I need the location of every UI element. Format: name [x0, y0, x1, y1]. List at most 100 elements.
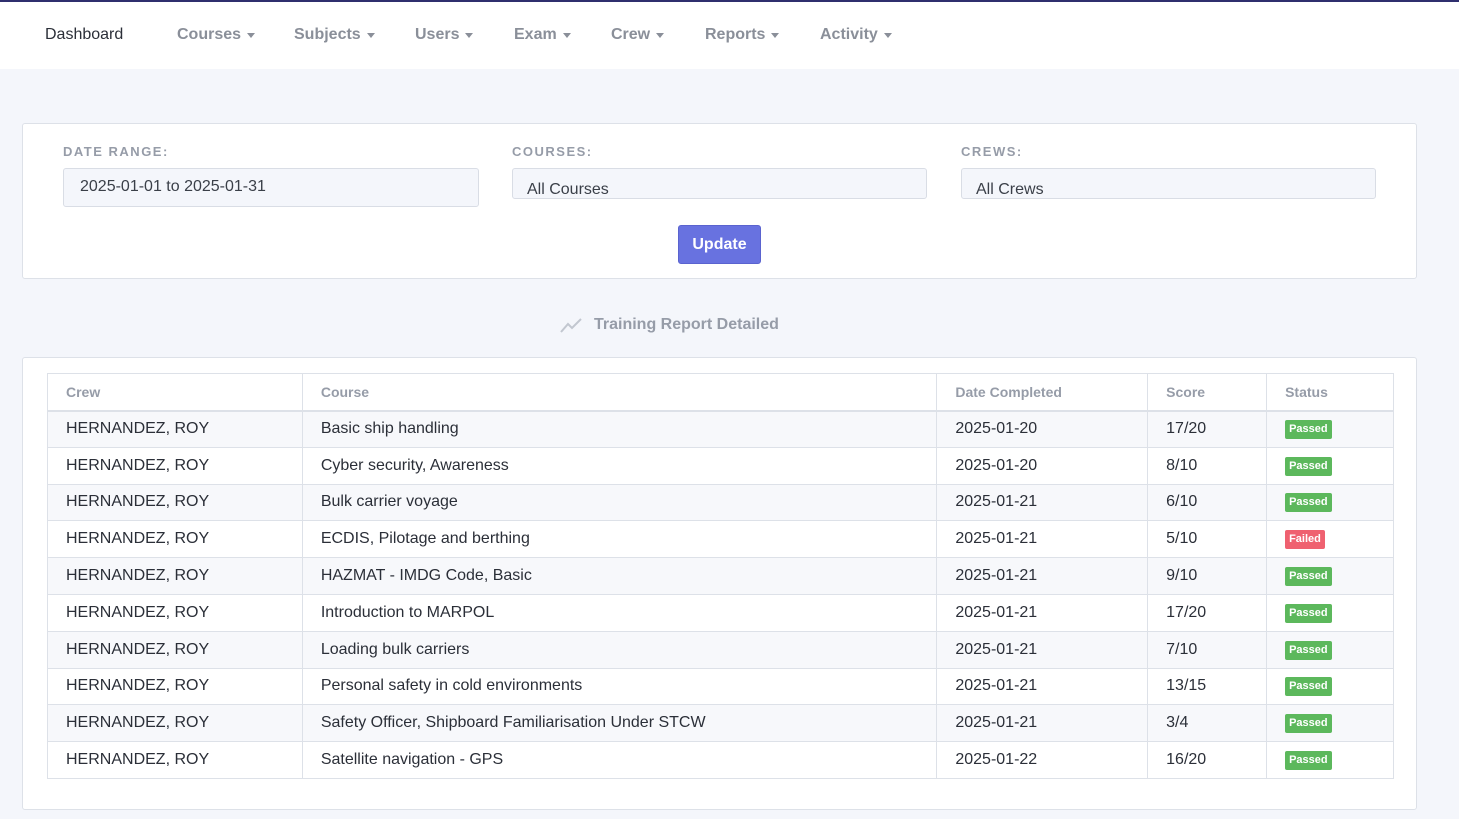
- nav-reports[interactable]: Reports: [705, 26, 780, 44]
- chart-line-icon: [560, 318, 582, 333]
- crew-cell: HERNANDEZ, ROY: [47, 741, 303, 779]
- crew-cell: HERNANDEZ, ROY: [47, 446, 303, 485]
- course-cell: ECDIS, Pilotage and berthing: [301, 520, 938, 559]
- status-badge: Passed: [1285, 567, 1332, 587]
- status-badge: Passed: [1285, 677, 1332, 697]
- top-navbar: Dashboard Courses Subjects Users Exam Cr…: [0, 2, 1459, 69]
- update-button[interactable]: Update: [678, 225, 761, 264]
- nav-courses[interactable]: Courses: [177, 26, 256, 44]
- nav-exam-label: Exam: [514, 26, 557, 43]
- column-header-course[interactable]: Course: [301, 373, 938, 412]
- column-header-date-completed[interactable]: Date Completed: [936, 373, 1149, 412]
- table-row: HERNANDEZ, ROY Loading bulk carriers 2025-…: [47, 630, 1394, 669]
- column-header-crew[interactable]: Crew: [47, 373, 303, 412]
- nav-activity-label: Activity: [820, 26, 878, 43]
- nav-exam[interactable]: Exam: [514, 26, 571, 44]
- nav-subjects-label: Subjects: [294, 26, 361, 43]
- caret-down-icon: [656, 32, 665, 38]
- course-cell: Basic ship handling: [301, 410, 938, 448]
- nav-activity[interactable]: Activity: [820, 26, 892, 44]
- report-title-text: Training Report Detailed: [594, 316, 779, 333]
- nav-dashboard-label: Dashboard: [45, 26, 124, 43]
- date-completed-cell: 2025-01-21: [936, 704, 1149, 743]
- course-cell: Personal safety in cold environments: [301, 667, 938, 706]
- table-row: HERNANDEZ, ROY Safety Officer, Shipboard …: [47, 704, 1394, 743]
- date-range-label: DATE RANGE:: [63, 144, 169, 159]
- date-completed-cell: 2025-01-20: [936, 410, 1149, 448]
- status-cell: Passed: [1266, 593, 1394, 632]
- caret-down-icon: [562, 32, 571, 38]
- table-row: HERNANDEZ, ROY Personal safety in cold en…: [47, 667, 1394, 706]
- status-cell: Passed: [1266, 704, 1394, 743]
- crew-cell: HERNANDEZ, ROY: [47, 667, 303, 706]
- date-completed-cell: 2025-01-22: [936, 741, 1149, 779]
- crew-cell: HERNANDEZ, ROY: [47, 483, 303, 522]
- table-header-row: Crew Course Date Completed Score Status: [47, 373, 1394, 412]
- report-table-card: Crew Course Date Completed Score Status …: [22, 357, 1417, 810]
- status-badge: Passed: [1285, 751, 1332, 771]
- date-range-input[interactable]: 2025-01-01 to 2025-01-31: [63, 168, 479, 207]
- nav-subjects[interactable]: Subjects: [294, 26, 375, 44]
- course-cell: Safety Officer, Shipboard Familiarisatio…: [301, 704, 938, 743]
- course-cell: Satellite navigation - GPS: [301, 741, 938, 779]
- crew-cell: HERNANDEZ, ROY: [47, 704, 303, 743]
- table-row: HERNANDEZ, ROY Introduction to MARPOL 2025…: [47, 593, 1394, 632]
- table-body: HERNANDEZ, ROY Basic ship handling 2025-01…: [47, 410, 1394, 779]
- nav-crew[interactable]: Crew: [611, 26, 665, 44]
- nav-users-label: Users: [415, 26, 460, 43]
- table-row: HERNANDEZ, ROY Bulk carrier voyage 2025-01…: [47, 483, 1394, 522]
- date-completed-cell: 2025-01-21: [936, 593, 1149, 632]
- status-cell: Passed: [1266, 667, 1394, 706]
- score-cell: 9/10: [1147, 557, 1268, 595]
- status-cell: Passed: [1266, 557, 1394, 595]
- status-badge: Passed: [1285, 714, 1332, 734]
- score-cell: 8/10: [1147, 446, 1268, 485]
- score-cell: 3/4: [1147, 704, 1268, 743]
- crews-select[interactable]: All Crews: [961, 168, 1376, 199]
- course-cell: Introduction to MARPOL: [301, 593, 938, 632]
- crews-label: CREWS:: [961, 144, 1023, 159]
- score-cell: 5/10: [1147, 520, 1268, 559]
- caret-down-icon: [247, 32, 256, 38]
- status-badge: Passed: [1285, 456, 1332, 476]
- column-header-status[interactable]: Status: [1266, 373, 1394, 412]
- score-cell: 13/15: [1147, 667, 1268, 706]
- course-cell: Bulk carrier voyage: [301, 483, 938, 522]
- report-title: Training Report Detailed: [560, 316, 779, 334]
- status-badge: Passed: [1285, 640, 1332, 660]
- score-cell: 7/10: [1147, 630, 1268, 669]
- date-completed-cell: 2025-01-21: [936, 667, 1149, 706]
- courses-select[interactable]: All Courses: [512, 168, 927, 199]
- status-badge: Passed: [1285, 603, 1332, 623]
- date-completed-cell: 2025-01-21: [936, 630, 1149, 669]
- course-cell: Loading bulk carriers: [301, 630, 938, 669]
- filter-panel: DATE RANGE: 2025-01-01 to 2025-01-31 COU…: [22, 123, 1417, 279]
- nav-users[interactable]: Users: [415, 26, 474, 44]
- table-row: HERNANDEZ, ROY ECDIS, Pilotage and berthi…: [47, 520, 1394, 559]
- table-row: HERNANDEZ, ROY Cyber security, Awareness 2…: [47, 446, 1394, 485]
- status-cell: Passed: [1266, 410, 1394, 448]
- nav-dashboard[interactable]: Dashboard: [45, 26, 123, 44]
- course-cell: Cyber security, Awareness: [301, 446, 938, 485]
- table-row: HERNANDEZ, ROY Basic ship handling 2025-01…: [47, 410, 1394, 448]
- table-row: HERNANDEZ, ROY HAZMAT - IMDG Code, Basic 2…: [47, 557, 1394, 595]
- score-cell: 17/20: [1147, 410, 1268, 448]
- status-badge: Passed: [1285, 420, 1332, 440]
- nav-crew-label: Crew: [611, 26, 651, 43]
- status-badge: Passed: [1285, 493, 1332, 513]
- date-completed-cell: 2025-01-21: [936, 483, 1149, 522]
- status-cell: Passed: [1266, 741, 1394, 779]
- score-cell: 17/20: [1147, 593, 1268, 632]
- status-badge: Failed: [1285, 530, 1325, 550]
- score-cell: 6/10: [1147, 483, 1268, 522]
- caret-down-icon: [465, 32, 474, 38]
- crew-cell: HERNANDEZ, ROY: [47, 557, 303, 595]
- status-cell: Passed: [1266, 630, 1394, 669]
- nav-reports-label: Reports: [705, 26, 766, 43]
- crew-cell: HERNANDEZ, ROY: [47, 410, 303, 448]
- date-completed-cell: 2025-01-21: [936, 520, 1149, 559]
- column-header-score[interactable]: Score: [1147, 373, 1268, 412]
- crew-cell: HERNANDEZ, ROY: [47, 630, 303, 669]
- training-report-table: Crew Course Date Completed Score Status …: [47, 373, 1394, 779]
- date-completed-cell: 2025-01-21: [936, 557, 1149, 595]
